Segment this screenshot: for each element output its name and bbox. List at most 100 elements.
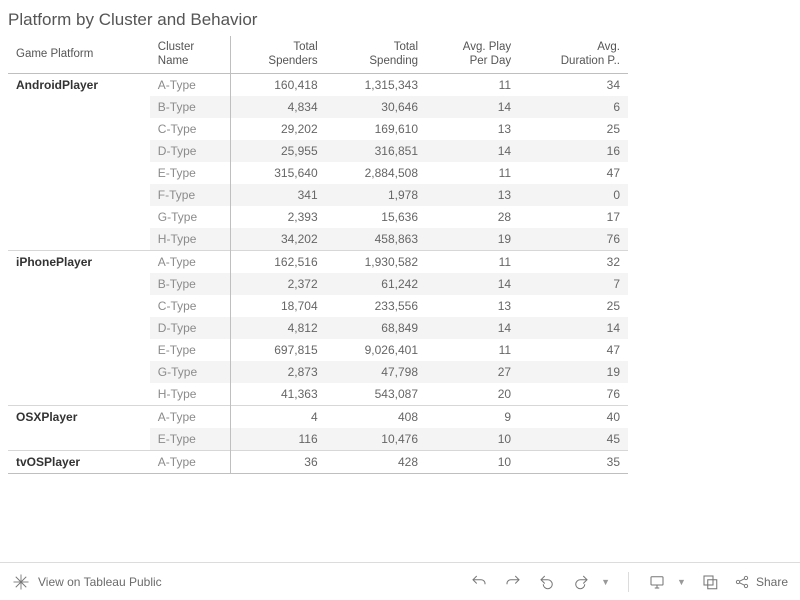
duration-cell: 14 (519, 317, 628, 339)
duration-cell: 47 (519, 339, 628, 361)
spending-cell: 61,242 (326, 273, 426, 295)
cluster-cell: G-Type (150, 361, 231, 383)
tableau-logo-icon (12, 573, 30, 591)
col-platform[interactable]: Game Platform (8, 36, 150, 73)
duration-cell: 32 (519, 250, 628, 273)
play-cell: 27 (426, 361, 519, 383)
tableau-public-link[interactable]: View on Tableau Public (12, 573, 162, 591)
refresh-dropdown[interactable]: ▼ (601, 577, 610, 587)
cluster-cell: D-Type (150, 317, 231, 339)
table-row[interactable]: iPhonePlayerA-Type162,5161,930,5821132 (8, 250, 628, 273)
duration-cell: 35 (519, 450, 628, 473)
duration-cell: 0 (519, 184, 628, 206)
platform-cell: tvOSPlayer (8, 450, 150, 473)
spenders-cell: 2,372 (231, 273, 326, 295)
header-row: Game Platform Cluster Name Total Spender… (8, 36, 628, 73)
page-title: Platform by Cluster and Behavior (0, 0, 800, 36)
duration-cell: 76 (519, 228, 628, 251)
toolbar: View on Tableau Public ▼ ▼ Share (0, 562, 800, 600)
spenders-cell: 41,363 (231, 383, 326, 406)
cluster-cell: C-Type (150, 118, 231, 140)
spenders-cell: 116 (231, 428, 326, 451)
col-cluster[interactable]: Cluster Name (150, 36, 231, 73)
share-button[interactable]: Share (734, 572, 788, 592)
play-cell: 11 (426, 339, 519, 361)
duration-cell: 6 (519, 96, 628, 118)
duration-cell: 16 (519, 140, 628, 162)
spending-cell: 2,884,508 (326, 162, 426, 184)
replay-button[interactable] (537, 572, 557, 592)
spenders-cell: 697,815 (231, 339, 326, 361)
spending-cell: 316,851 (326, 140, 426, 162)
spenders-cell: 2,873 (231, 361, 326, 383)
spenders-cell: 25,955 (231, 140, 326, 162)
device-preview-button[interactable] (647, 572, 667, 592)
spending-cell: 15,636 (326, 206, 426, 228)
spenders-cell: 160,418 (231, 73, 326, 96)
duration-cell: 25 (519, 295, 628, 317)
cluster-cell: C-Type (150, 295, 231, 317)
cluster-cell: A-Type (150, 450, 231, 473)
spenders-cell: 29,202 (231, 118, 326, 140)
platform-cell: AndroidPlayer (8, 73, 150, 250)
play-cell: 14 (426, 140, 519, 162)
col-spending[interactable]: Total Spending (326, 36, 426, 73)
spenders-cell: 4,812 (231, 317, 326, 339)
play-cell: 14 (426, 273, 519, 295)
cluster-cell: B-Type (150, 273, 231, 295)
duration-cell: 40 (519, 405, 628, 428)
play-cell: 13 (426, 184, 519, 206)
cluster-cell: G-Type (150, 206, 231, 228)
download-button[interactable] (700, 572, 720, 592)
redo-button[interactable] (503, 572, 523, 592)
play-cell: 20 (426, 383, 519, 406)
tableau-public-label: View on Tableau Public (38, 575, 162, 589)
play-cell: 13 (426, 295, 519, 317)
play-cell: 13 (426, 118, 519, 140)
play-cell: 9 (426, 405, 519, 428)
spenders-cell: 315,640 (231, 162, 326, 184)
spending-cell: 1,315,343 (326, 73, 426, 96)
device-dropdown[interactable]: ▼ (677, 577, 686, 587)
spenders-cell: 34,202 (231, 228, 326, 251)
undo-button[interactable] (469, 572, 489, 592)
spenders-cell: 4 (231, 405, 326, 428)
play-cell: 10 (426, 428, 519, 451)
cluster-cell: B-Type (150, 96, 231, 118)
refresh-button[interactable] (571, 572, 591, 592)
table-row[interactable]: OSXPlayerA-Type4408940 (8, 405, 628, 428)
cluster-cell: A-Type (150, 73, 231, 96)
spending-cell: 543,087 (326, 383, 426, 406)
play-cell: 14 (426, 317, 519, 339)
cluster-cell: A-Type (150, 405, 231, 428)
table-row[interactable]: tvOSPlayerA-Type364281035 (8, 450, 628, 473)
spending-cell: 428 (326, 450, 426, 473)
platform-cell: iPhonePlayer (8, 250, 150, 405)
cluster-cell: E-Type (150, 339, 231, 361)
spending-cell: 408 (326, 405, 426, 428)
play-cell: 10 (426, 450, 519, 473)
spending-cell: 30,646 (326, 96, 426, 118)
spending-cell: 68,849 (326, 317, 426, 339)
data-table: Game Platform Cluster Name Total Spender… (8, 36, 628, 474)
cluster-cell: E-Type (150, 162, 231, 184)
spending-cell: 1,978 (326, 184, 426, 206)
duration-cell: 47 (519, 162, 628, 184)
col-duration[interactable]: Avg. Duration P.. (519, 36, 628, 73)
play-cell: 11 (426, 73, 519, 96)
play-cell: 28 (426, 206, 519, 228)
spenders-cell: 162,516 (231, 250, 326, 273)
col-play[interactable]: Avg. Play Per Day (426, 36, 519, 73)
spenders-cell: 4,834 (231, 96, 326, 118)
duration-cell: 7 (519, 273, 628, 295)
play-cell: 11 (426, 250, 519, 273)
spending-cell: 10,476 (326, 428, 426, 451)
play-cell: 14 (426, 96, 519, 118)
duration-cell: 45 (519, 428, 628, 451)
table-row[interactable]: AndroidPlayerA-Type160,4181,315,3431134 (8, 73, 628, 96)
platform-cell: OSXPlayer (8, 405, 150, 450)
col-spenders[interactable]: Total Spenders (231, 36, 326, 73)
duration-cell: 76 (519, 383, 628, 406)
share-label: Share (756, 575, 788, 589)
cluster-cell: D-Type (150, 140, 231, 162)
